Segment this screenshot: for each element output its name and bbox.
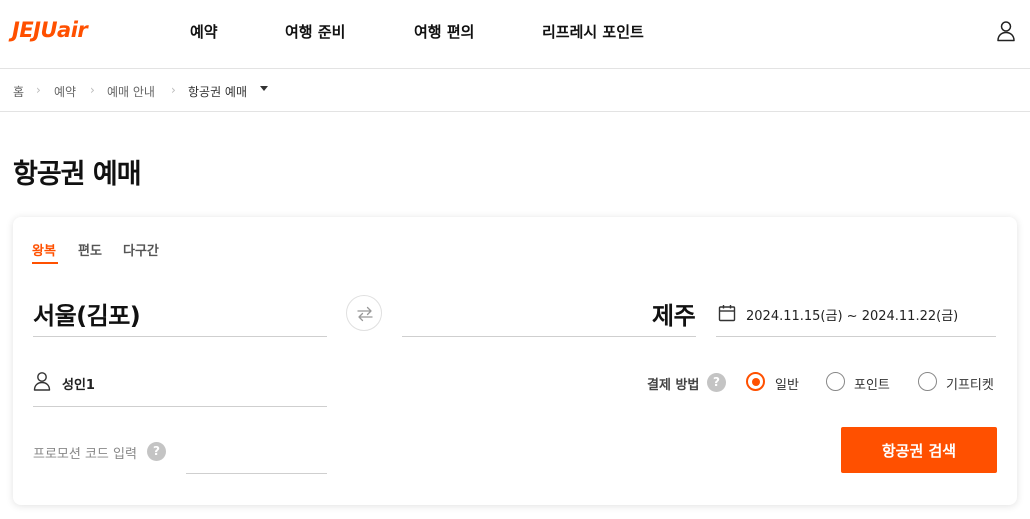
caret-down-icon[interactable]: [260, 86, 268, 91]
breadcrumb-current[interactable]: 항공권 예매: [188, 83, 247, 100]
payment-radio-giftticket[interactable]: [918, 372, 937, 391]
chevron-right-icon: ›: [36, 83, 41, 97]
nav-travel-prep[interactable]: 여행 준비: [285, 21, 345, 42]
active-tab-indicator: [32, 262, 58, 264]
swap-button[interactable]: [346, 295, 382, 331]
search-flights-button[interactable]: 항공권 검색: [841, 427, 997, 473]
chevron-right-icon: ›: [90, 83, 95, 97]
payment-label-general[interactable]: 일반: [775, 374, 799, 393]
swap-icon: [357, 306, 373, 322]
logo-air-text: air: [57, 18, 88, 42]
promo-code-label: 프로모션 코드 입력: [33, 447, 137, 462]
passenger-underline: [33, 406, 327, 407]
nav-travel-convenience[interactable]: 여행 편의: [414, 21, 474, 42]
user-icon[interactable]: [996, 20, 1016, 42]
destination-underline: [402, 336, 696, 337]
nav-refresh-point[interactable]: 리프레시 포인트: [542, 21, 644, 42]
date-range-field[interactable]: 2024.11.15(금) ~ 2024.11.22(금): [746, 305, 958, 324]
nav-reservation[interactable]: 예약: [190, 21, 218, 42]
origin-field[interactable]: 서울(김포): [33, 296, 141, 331]
tab-one-way[interactable]: 편도: [78, 240, 102, 259]
date-underline: [716, 336, 996, 337]
tab-multi-city[interactable]: 다구간: [123, 240, 159, 259]
destination-field[interactable]: 제주: [652, 296, 696, 331]
page-title: 항공권 예매: [13, 159, 142, 190]
breadcrumb-reservation[interactable]: 예약: [54, 83, 76, 100]
promo-code-input[interactable]: [186, 432, 327, 474]
payment-method-label: 결제 방법: [647, 378, 700, 393]
person-icon: [33, 372, 51, 391]
payment-radio-general[interactable]: [746, 372, 765, 391]
payment-label-giftticket[interactable]: 기프티켓: [946, 374, 994, 393]
payment-radio-point[interactable]: [826, 372, 845, 391]
tab-round-trip[interactable]: 왕복: [32, 240, 56, 259]
breadcrumb-booking-guide[interactable]: 예매 안내: [107, 83, 155, 100]
breadcrumb-home[interactable]: 홈: [13, 83, 24, 100]
logo-jeju-text: JEJU: [12, 18, 58, 42]
help-icon[interactable]: ?: [707, 373, 726, 392]
origin-underline: [33, 336, 327, 337]
payment-label-point[interactable]: 포인트: [854, 374, 890, 393]
passenger-field[interactable]: 성인1: [62, 374, 95, 393]
chevron-right-icon: ›: [171, 83, 176, 97]
header: JEJUair 예약 여행 준비 여행 편의 리프레시 포인트: [0, 0, 1030, 69]
jejuair-logo[interactable]: JEJUair: [12, 18, 88, 42]
calendar-icon: [718, 305, 736, 322]
help-icon[interactable]: ?: [147, 442, 166, 461]
